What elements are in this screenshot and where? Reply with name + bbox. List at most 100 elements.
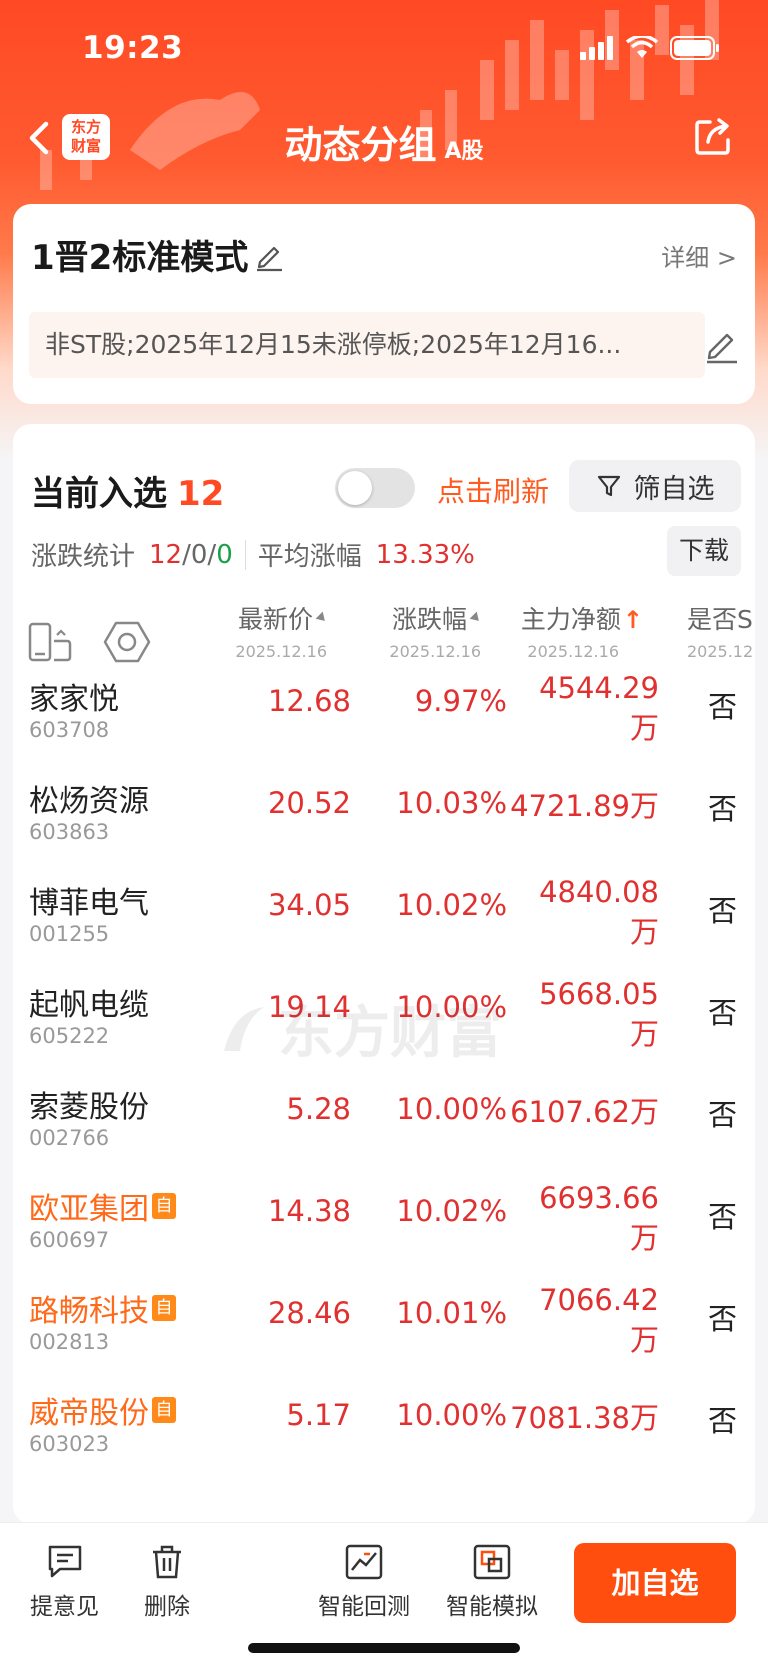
selected-count: 12	[177, 474, 225, 514]
stock-name-text: 路畅科技	[29, 1294, 149, 1329]
col-st-label: 是否S	[687, 605, 753, 634]
detail-link[interactable]: 详细 >	[661, 238, 737, 273]
nav-bar: 东方 财富 动态分组 A股	[0, 100, 768, 180]
net-value: 4721.89万	[510, 789, 659, 823]
stock-name: 起帆电缆	[29, 980, 149, 1024]
table-row[interactable]: 松炀资源 603863 20.52 10.03% 4721.89万 否	[13, 762, 755, 864]
strategy-name-text: 1晋2标准模式	[31, 238, 249, 278]
table-row[interactable]: 欧亚集团自 600697 14.38 10.02% 6693.66 万 否	[13, 1170, 755, 1272]
toggle-knob	[338, 471, 372, 505]
self-stock-badge: 自	[152, 1295, 176, 1321]
stock-name: 博菲电气	[29, 878, 149, 922]
stock-code: 002813	[29, 1330, 110, 1354]
stock-st-flag: 否	[707, 1200, 737, 1234]
add-to-watchlist-button[interactable]: 加自选	[574, 1543, 736, 1623]
stock-name: 威帝股份自	[29, 1388, 176, 1432]
backtest-icon	[345, 1544, 383, 1580]
sort-up-arrow-icon: ↑	[622, 606, 643, 634]
stock-st-flag: 否	[707, 1302, 737, 1336]
table-row[interactable]: 博菲电气 001255 34.05 10.02% 4840.08 万 否	[13, 864, 755, 966]
home-indicator	[248, 1643, 520, 1653]
backtest-button[interactable]: 智能回测	[318, 1543, 410, 1621]
stats-slash: /	[182, 539, 191, 570]
backtest-label: 智能回测	[318, 1594, 410, 1620]
bottom-toolbar: 提意见 删除 智能回测 智能模拟 加自选	[0, 1522, 768, 1663]
stats-flat: 0	[190, 539, 208, 570]
net-value: 6107.62万	[510, 1095, 659, 1129]
avg-change-value: 13.33%	[375, 539, 475, 570]
stats-slash: /	[207, 539, 217, 570]
stock-price: 12.68	[267, 684, 351, 718]
strategy-card: 1晋2标准模式 详细 > 非ST股;2025年12月15未涨停板;2025年12…	[13, 204, 755, 404]
stock-price: 5.28	[286, 1092, 351, 1126]
stats-up: 12	[149, 539, 183, 570]
stock-price: 14.38	[267, 1194, 351, 1228]
col-change-date: 2025.12.16	[389, 642, 481, 661]
battery-icon	[670, 36, 719, 60]
stock-code: 002766	[29, 1126, 110, 1150]
net-unit: 万	[629, 1221, 659, 1255]
stock-net-inflow: 4544.29 万	[509, 668, 659, 748]
stock-code: 603708	[29, 718, 110, 742]
table-row[interactable]: 索菱股份 002766 5.28 10.00% 6107.62万 否	[13, 1068, 755, 1170]
net-value: 4544.29	[539, 671, 659, 705]
feedback-button[interactable]: 提意见	[30, 1543, 99, 1621]
col-price-date: 2025.12.16	[235, 642, 327, 661]
status-icons	[580, 36, 720, 60]
stock-code: 600697	[29, 1228, 110, 1252]
stock-code: 001255	[29, 922, 110, 946]
feedback-label: 提意见	[30, 1594, 99, 1620]
stock-code: 603023	[29, 1432, 110, 1456]
conditions-text[interactable]: 非ST股;2025年12月15未涨停板;2025年12月16...	[29, 312, 705, 378]
col-header-net[interactable]: 主力净额↑ 2025.12.16	[521, 600, 643, 661]
strategy-name[interactable]: 1晋2标准模式	[31, 230, 286, 279]
col-header-price[interactable]: 最新价 2025.12.16	[235, 600, 329, 661]
stock-change: 10.02%	[396, 1194, 507, 1228]
filter-icon	[597, 475, 620, 497]
download-button[interactable]: 下载	[667, 526, 741, 576]
stock-name-text: 威帝股份	[29, 1396, 149, 1431]
hexagon-settings-icon[interactable]	[103, 620, 151, 664]
phone-swap-icon[interactable]	[27, 621, 73, 663]
edit-conditions-icon[interactable]	[701, 324, 741, 364]
watermark-text: 东方财富	[278, 1001, 502, 1066]
stock-st-flag: 否	[707, 792, 737, 826]
col-st-date: 2025.12	[687, 642, 754, 661]
simulate-button[interactable]: 智能模拟	[446, 1543, 538, 1621]
trash-icon	[153, 1545, 181, 1579]
refresh-button[interactable]: 点击刷新	[437, 470, 549, 510]
net-value: 5668.05	[539, 977, 659, 1011]
table-row[interactable]: 威帝股份自 603023 5.17 10.00% 7081.38万 否	[13, 1374, 755, 1476]
auto-refresh-toggle[interactable]	[335, 468, 415, 508]
table-row[interactable]: 路畅科技自 002813 28.46 10.01% 7066.42 万 否	[13, 1272, 755, 1374]
stock-price: 28.46	[267, 1296, 351, 1330]
pencil-icon[interactable]	[252, 238, 286, 272]
col-header-change[interactable]: 涨跌幅 2025.12.16	[389, 600, 483, 661]
net-unit: 万	[629, 915, 659, 949]
stock-st-flag: 否	[707, 1098, 737, 1132]
stock-net-inflow: 4721.89万	[489, 786, 659, 826]
stats-down: 0	[216, 539, 233, 570]
filter-self-button[interactable]: 筛自选	[569, 460, 741, 512]
market-label: A股	[444, 139, 484, 164]
col-change-label: 涨跌幅	[391, 605, 467, 634]
net-unit: 万	[629, 1323, 659, 1357]
stock-net-inflow: 5668.05 万	[509, 974, 659, 1054]
sort-triangle-icon	[315, 611, 329, 625]
col-header-st[interactable]: 是否S 2025.12	[687, 600, 755, 661]
share-icon[interactable]	[692, 116, 734, 158]
table-row[interactable]: 家家悦 603708 12.68 9.97% 4544.29 万 否	[13, 660, 755, 762]
stock-st-flag: 否	[707, 996, 737, 1030]
sort-triangle-icon	[469, 611, 483, 625]
stock-price: 20.52	[267, 786, 351, 820]
stock-net-inflow: 6693.66 万	[509, 1178, 659, 1258]
col-price-label: 最新价	[237, 605, 313, 634]
stock-name-text: 欧亚集团	[29, 1192, 149, 1227]
stock-net-inflow: 7081.38万	[489, 1398, 659, 1438]
col-net-label: 主力净额	[520, 605, 621, 634]
self-stock-badge: 自	[152, 1397, 176, 1423]
delete-button[interactable]: 删除	[144, 1543, 190, 1621]
stock-code: 603863	[29, 820, 110, 844]
stats-bar: 涨跌统计 12 / 0 / 0 平均涨幅 13.33%	[31, 536, 475, 573]
stock-name-text: 起帆电缆	[29, 988, 149, 1023]
